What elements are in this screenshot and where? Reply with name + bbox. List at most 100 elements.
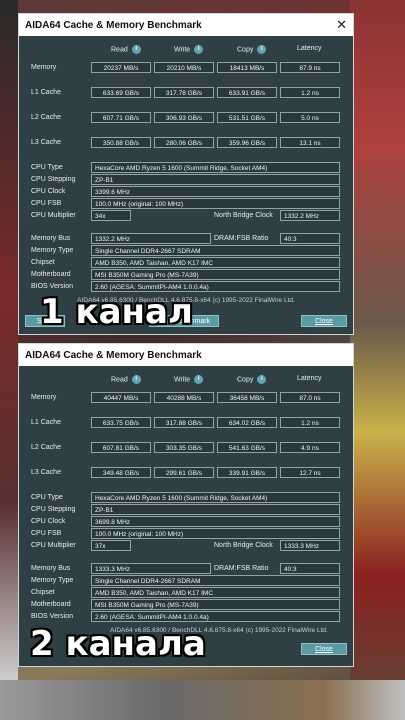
l1-read-value: 633.69 GB/s [91,87,151,98]
memory-copy-value: 18413 MB/s [217,62,277,73]
info-icon[interactable]: i [194,45,204,54]
cpu-clock-value: 3699.8 MHz [91,516,340,527]
motherboard-value: MSI B350M Gaming Pro (MS-7A39) [91,269,340,280]
info-icon[interactable]: i [131,45,141,54]
dram-ratio-label: DRAM:FSB Ratio [214,565,269,572]
column-header-copy: Copy i [237,45,267,57]
cpu-stepping-value: ZP-B1 [91,504,340,515]
chipset-value: AMD B350, AMD Taishan, AMD K17 IMC [91,587,340,598]
memory-type-value: Single Channel DDR4-2667 SDRAM [91,575,340,586]
cpu-type-value: HexaCore AMD Ryzen 5 1600 (Summit Ridge,… [91,492,340,503]
row-label-l3: L3 Cache [31,469,61,476]
row-label-l1: L1 Cache [31,419,61,426]
memory-read-value: 20237 MB/s [91,62,151,73]
dram-ratio-value: 40:3 [280,563,340,574]
motherboard-label: Motherboard [31,601,71,608]
cpu-fsb-value: 100.0 MHz (original: 100 MHz) [91,198,340,209]
memory-bus-label: Memory Bus [31,565,71,572]
memory-bus-value: 1333.3 MHz [91,563,211,574]
row-label-l3: L3 Cache [31,139,61,146]
dram-ratio-label: DRAM:FSB Ratio [214,235,269,242]
close-button[interactable]: Close [301,643,347,655]
memory-latency-value: 87.9 ns [280,62,340,73]
chipset-label: Chipset [31,259,55,266]
cpu-clock-value: 3399.6 MHz [91,186,340,197]
column-header-latency: Latency [297,375,322,382]
l2-copy-value: 531.51 GB/s [217,112,277,123]
close-button[interactable]: Close [301,315,347,327]
cpu-fsb-label: CPU FSB [31,200,62,207]
l1-read-value: 633.75 GB/s [91,417,151,428]
row-label-l2: L2 Cache [31,114,61,121]
north-bridge-value: 1332.2 MHz [280,210,340,221]
l2-write-value: 303.35 GB/s [154,442,214,453]
column-header-latency: Latency [297,45,322,52]
memory-copy-value: 36458 MB/s [217,392,277,403]
info-icon[interactable]: i [257,375,267,384]
l1-latency-value: 1.2 ns [280,417,340,428]
cpu-type-value: HexaCore AMD Ryzen 5 1600 (Summit Ridge,… [91,162,340,173]
l1-copy-value: 633.91 GB/s [217,87,277,98]
column-header-write: Write i [174,375,204,387]
row-label-l2: L2 Cache [31,444,61,451]
cpu-multiplier-label: CPU Multiplier [31,212,76,219]
l2-latency-value: 4.9 ns [280,442,340,453]
benchmark-window-single-channel: AIDA64 Cache & Memory Benchmark ✕ Read i … [18,13,354,335]
benchmark-window-dual-channel: AIDA64 Cache & Memory Benchmark Read i Wr… [18,343,354,667]
row-label-memory: Memory [31,394,57,401]
info-icon[interactable]: i [131,375,141,384]
l2-read-value: 607.71 GB/s [91,112,151,123]
l2-copy-value: 541.63 GB/s [217,442,277,453]
window-title: AIDA64 Cache & Memory Benchmark [25,19,202,31]
motherboard-value: MSI B350M Gaming Pro (MS-7A39) [91,599,340,610]
cpu-fsb-label: CPU FSB [31,530,62,537]
memory-latency-value: 87.0 ns [280,392,340,403]
cpu-multiplier-value: 37x [91,540,131,551]
window-title: AIDA64 Cache & Memory Benchmark [25,349,202,361]
row-label-l1: L1 Cache [31,89,61,96]
background-bottom-strip [0,680,405,720]
background-right-strip [350,0,405,720]
overlay-caption-two-channels: 2 канала [30,624,206,664]
title-bar[interactable]: AIDA64 Cache & Memory Benchmark ✕ [19,14,353,36]
l2-write-value: 306.93 GB/s [154,112,214,123]
overlay-caption-one-channel: 1 канал [40,292,193,332]
column-header-copy: Copy i [237,375,267,387]
chipset-value: AMD B350, AMD Taishan, AMD K17 IMC [91,257,340,268]
info-icon[interactable]: i [194,375,204,384]
bios-label: BIOS Version [31,613,74,620]
l1-write-value: 317.88 GB/s [154,417,214,428]
memory-write-value: 40288 MB/s [154,392,214,403]
l3-write-value: 280.06 GB/s [154,137,214,148]
close-icon[interactable]: ✕ [336,17,347,33]
l3-copy-value: 339.91 GB/s [217,467,277,478]
north-bridge-label: North Bridge Clock [214,542,273,549]
memory-bus-label: Memory Bus [31,235,71,242]
column-header-read: Read i [111,375,141,387]
bios-value: 2.60 (AGESA: SummitPI-AM4 1.0.0.4a) [91,281,340,292]
north-bridge-value: 1333.3 MHz [280,540,340,551]
memory-bus-value: 1332.2 MHz [91,233,211,244]
cpu-fsb-value: 100.0 MHz (original: 100 MHz) [91,528,340,539]
row-label-memory: Memory [31,64,57,71]
memory-type-label: Memory Type [31,247,74,254]
l3-copy-value: 359.96 GB/s [217,137,277,148]
l1-write-value: 317.78 GB/s [154,87,214,98]
l2-latency-value: 5.0 ns [280,112,340,123]
cpu-type-label: CPU Type [31,494,63,501]
memory-read-value: 40447 MB/s [91,392,151,403]
cpu-clock-label: CPU Clock [31,188,66,195]
memory-write-value: 20210 MB/s [154,62,214,73]
cpu-stepping-label: CPU Stepping [31,176,76,183]
cpu-clock-label: CPU Clock [31,518,66,525]
l3-read-value: 349.48 GB/s [91,467,151,478]
cpu-type-label: CPU Type [31,164,63,171]
bios-value: 2.60 (AGESA: SummitPI-AM4 1.0.0.4a) [91,611,340,622]
title-bar[interactable]: AIDA64 Cache & Memory Benchmark [19,344,353,366]
info-icon[interactable]: i [257,45,267,54]
dram-ratio-value: 40:3 [280,233,340,244]
cpu-stepping-value: ZP-B1 [91,174,340,185]
l3-latency-value: 12.7 ns [280,467,340,478]
l3-latency-value: 13.1 ns [280,137,340,148]
background-left-strip [0,0,18,720]
